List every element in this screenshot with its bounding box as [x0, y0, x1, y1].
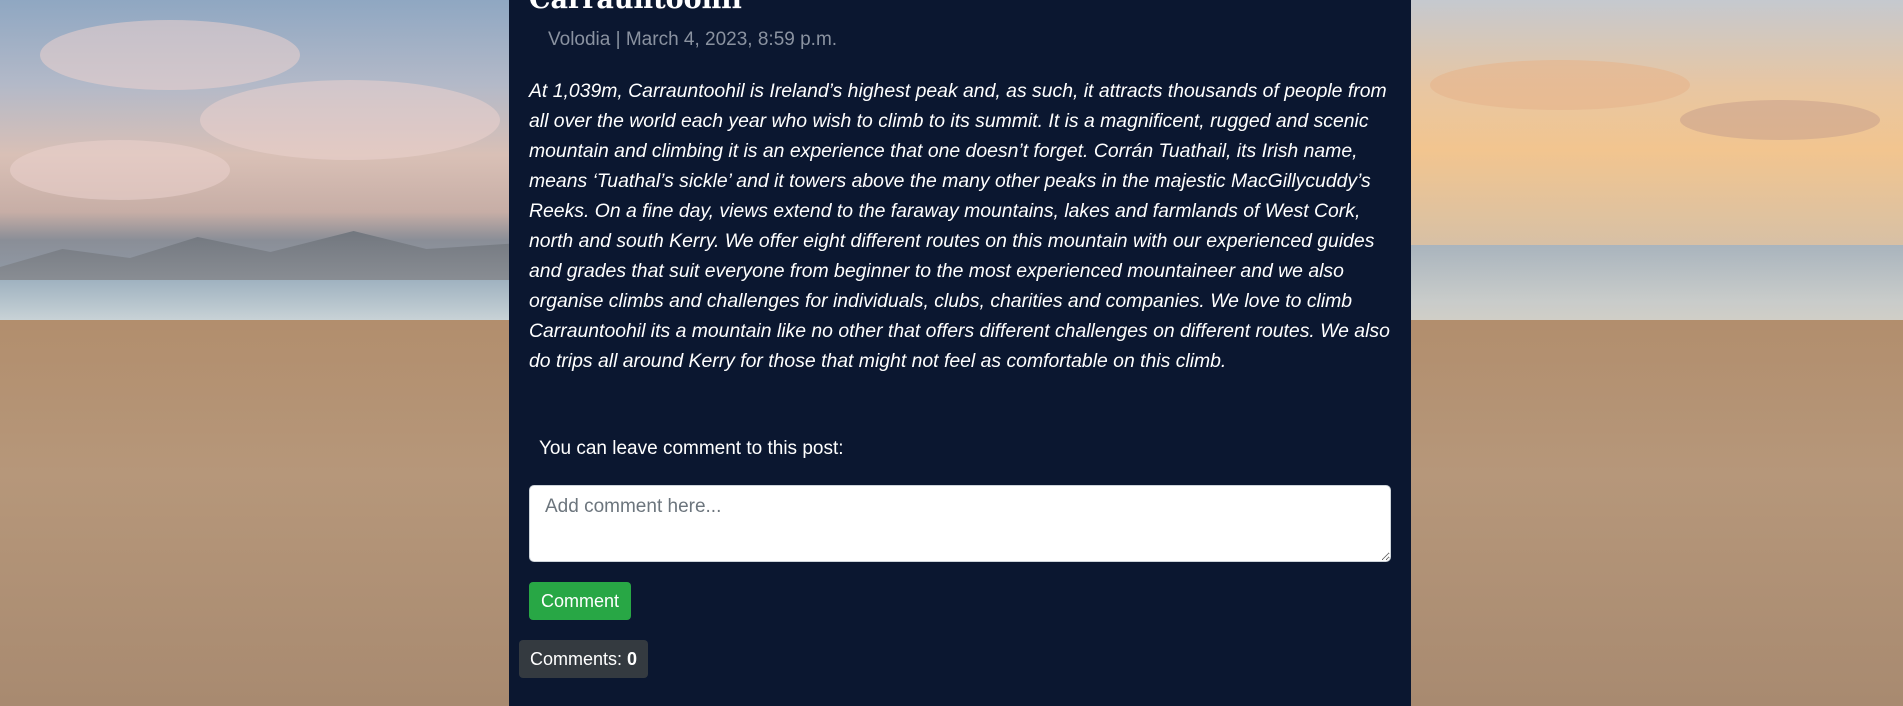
comments-count-badge: Comments: 0: [519, 640, 649, 678]
sea: [0, 280, 520, 320]
post-body: At 1,039m, Carrauntoohil is Ireland’s hi…: [529, 80, 1390, 372]
mountain-range: [0, 231, 520, 285]
post-title: Carrauntoohil: [529, 0, 742, 14]
comments-count-label: Comments:: [530, 649, 623, 669]
comment-submit-button[interactable]: Comment: [529, 582, 632, 620]
comments-count-value: 0: [627, 649, 638, 669]
meta-separator: |: [615, 29, 621, 50]
post-author: Volodia: [548, 29, 611, 50]
cloud: [1680, 100, 1880, 140]
post-panel: Carrauntoohil Volodia | March 4, 2023, 8…: [509, 0, 1411, 706]
comment-input[interactable]: [529, 485, 1391, 562]
post-meta: Volodia | March 4, 2023, 8:59 p.m.: [548, 29, 837, 51]
comment-form-label: You can leave comment to this post:: [539, 438, 844, 459]
cloud: [10, 140, 230, 200]
cloud: [40, 20, 300, 90]
post-date: March 4, 2023, 8:59 p.m.: [625, 29, 838, 50]
cloud: [200, 80, 500, 160]
cloud: [1430, 60, 1690, 110]
